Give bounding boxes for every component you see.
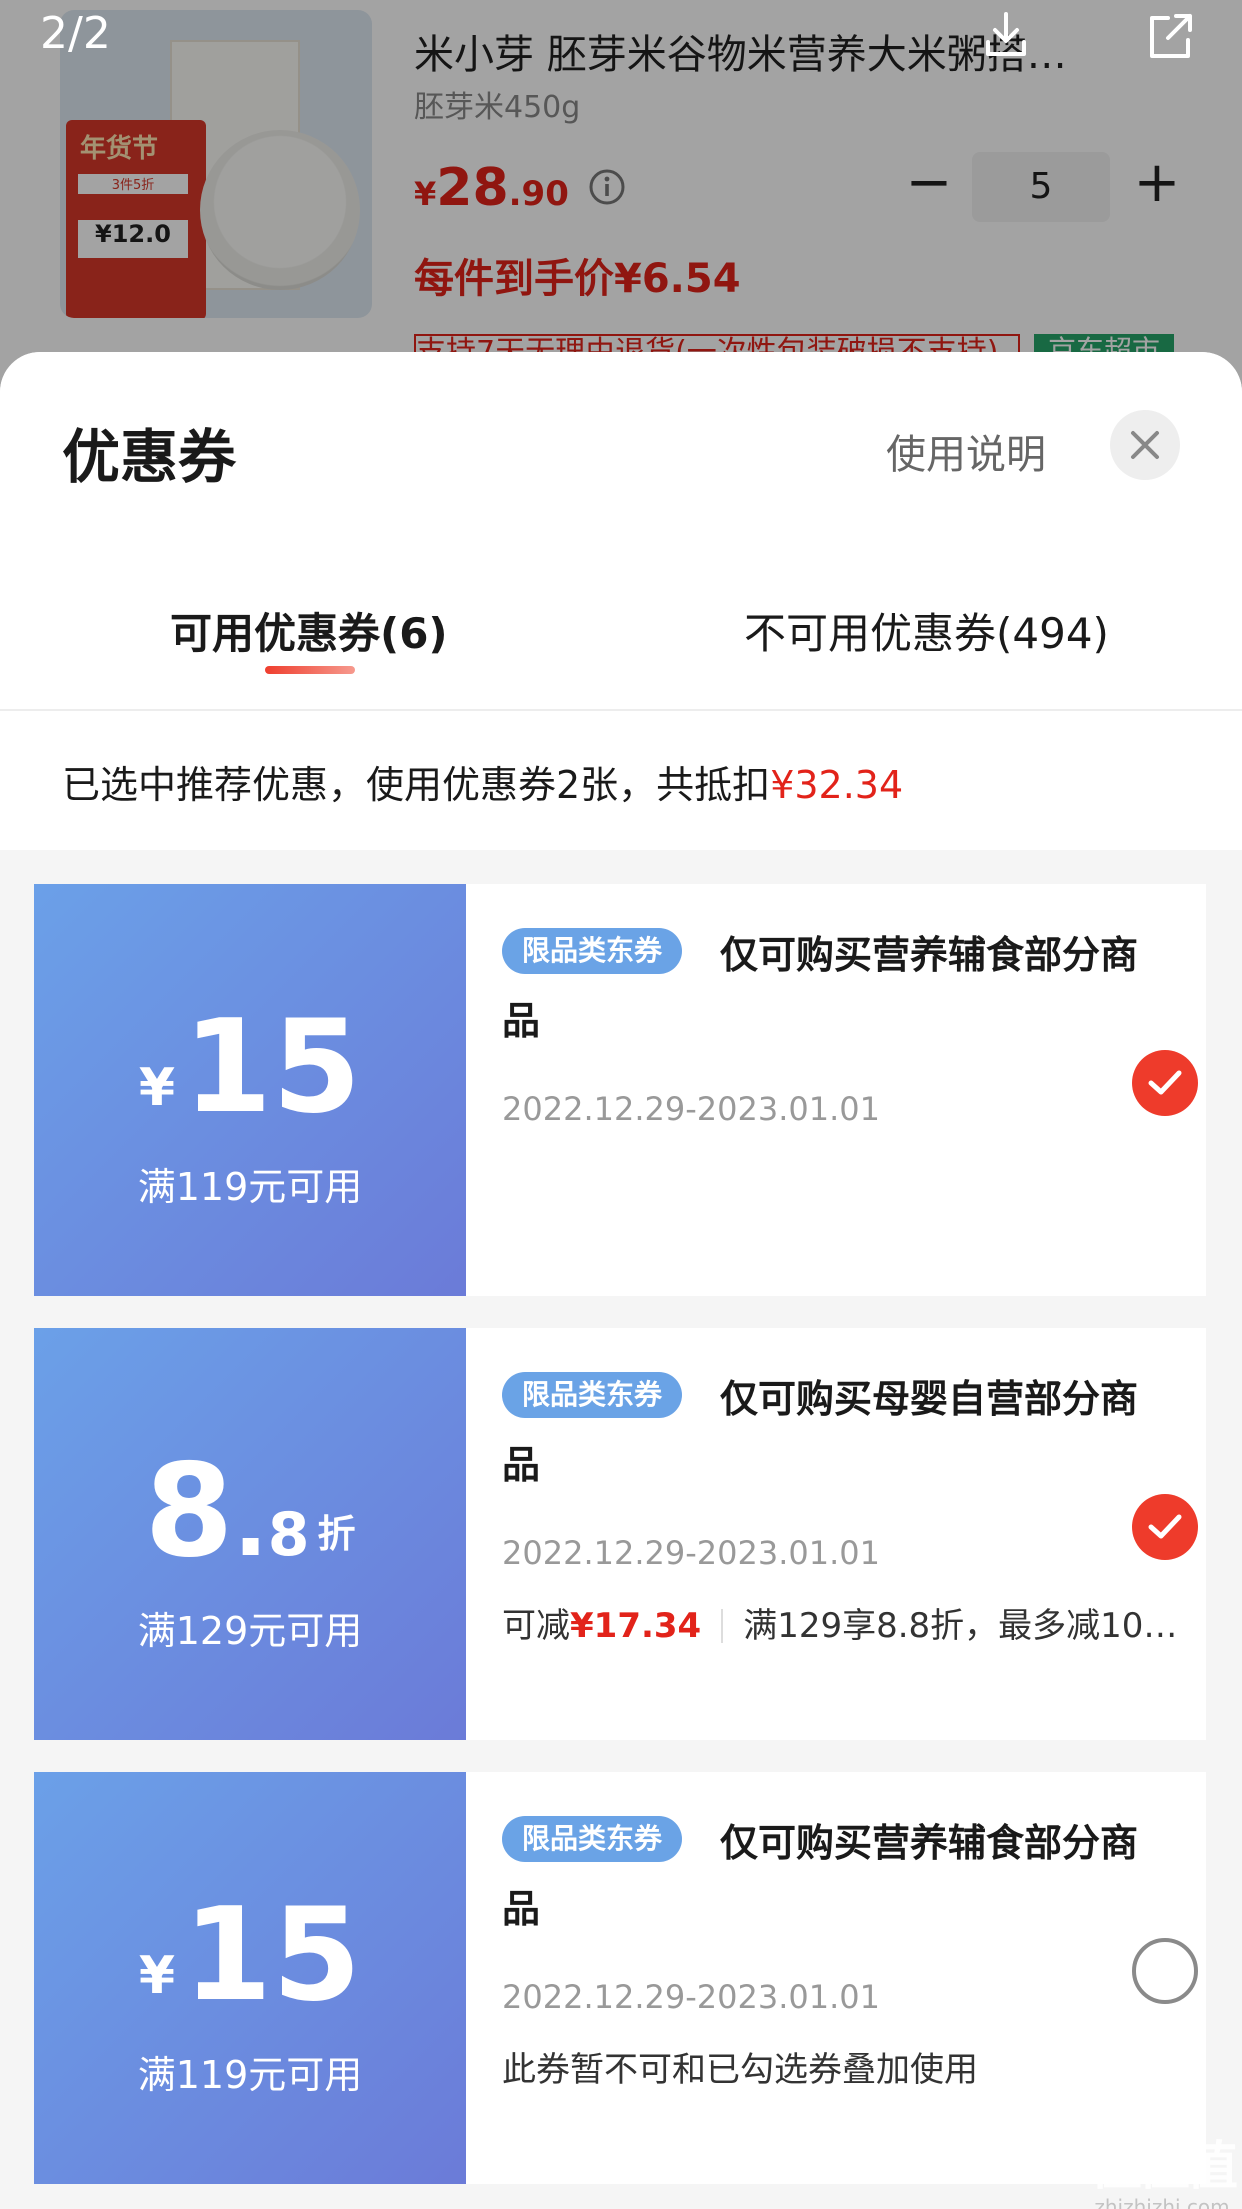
coupon-value-panel: ¥15 满119元可用 — [34, 884, 466, 1296]
summary-text: 已选中推荐优惠，使用优惠券2张，共抵扣 — [62, 763, 771, 807]
coupon-value: ¥15 — [34, 1892, 466, 2020]
checkmark-icon — [1148, 1514, 1182, 1539]
coupon-currency: ¥ — [138, 1058, 176, 1118]
divider — [0, 709, 1242, 711]
coupon-value: ¥15 — [34, 1004, 466, 1132]
coupon-info-panel: 限品类东券 仅可购买母婴自营部分商品 2022.12.29-2023.01.01… — [466, 1328, 1206, 1740]
coupon-validity-date: 2022.12.29-2023.01.01 — [502, 1534, 880, 1572]
coupon-discount-unit: 折 — [317, 1512, 356, 1556]
active-tab-indicator — [265, 666, 355, 674]
watermark: 值值值 zhizhizhi.com — [1090, 2124, 1238, 2209]
coupon-condition: 满119元可用 — [137, 1165, 363, 1209]
summary-amount: ¥32.34 — [770, 763, 904, 807]
coupon-discount-detail: 可减¥17.34 满129享8.8折，最多减10… — [502, 1598, 1182, 1647]
detail-amount: ¥17.34 — [570, 1606, 702, 1646]
coupon-stacking-note: 此券暂不可和已勾选券叠加使用 — [502, 2050, 978, 2090]
share-icon[interactable] — [1140, 6, 1200, 66]
watermark-logo: 值值值 — [1090, 2137, 1238, 2197]
detail-rule: 满129享8.8折，最多减10… — [743, 1606, 1178, 1646]
coupon-name: 仅可购买营养辅食部分商品 — [502, 1821, 1139, 1931]
coupon-amount: 15 — [183, 993, 362, 1142]
coupon-select-checkbox[interactable] — [1132, 1938, 1198, 2004]
coupon-select-checkbox[interactable] — [1132, 1494, 1198, 1560]
coupon-name: 仅可购买营养辅食部分商品 — [502, 933, 1139, 1043]
detail-prefix: 可减 — [502, 1606, 570, 1646]
coupon-amount: 15 — [183, 1881, 362, 2030]
coupon-info-panel: 限品类东券 仅可购买营养辅食部分商品 2022.12.29-2023.01.01 — [466, 884, 1206, 1296]
coupon-condition: 满119元可用 — [137, 2053, 363, 2097]
coupon-discount-dot: . — [233, 1472, 268, 1577]
download-icon[interactable] — [976, 6, 1036, 66]
selection-summary: 已选中推荐优惠，使用优惠券2张，共抵扣¥32.34 — [62, 754, 903, 809]
page-indicator: 2/2 — [40, 8, 111, 59]
usage-instructions-link[interactable]: 使用说明 — [886, 422, 1046, 480]
coupon-validity-date: 2022.12.29-2023.01.01 — [502, 1978, 880, 2016]
coupon-name: 仅可购买母婴自营部分商品 — [502, 1377, 1139, 1487]
coupon-card[interactable]: ¥15 满119元可用 限品类东券 仅可购买营养辅食部分商品 2022.12.2… — [34, 884, 1206, 1296]
coupon-currency: ¥ — [138, 1946, 176, 2006]
coupon-sheet-header: 优惠券 使用说明 可用优惠券(6) 不可用优惠券(494) 已选中推荐优惠，使用… — [0, 352, 1242, 850]
sheet-title: 优惠券 — [62, 423, 237, 491]
detail-separator — [721, 1609, 724, 1643]
coupon-value-panel: 8.8 折 满129元可用 — [34, 1328, 466, 1740]
coupon-discount-integer: 8 — [144, 1437, 234, 1586]
coupon-validity-date: 2022.12.29-2023.01.01 — [502, 1090, 880, 1128]
coupon-card[interactable]: ¥15 满119元可用 限品类东券 仅可购买营养辅食部分商品 2022.12.2… — [34, 1772, 1206, 2184]
coupon-info-panel: 限品类东券 仅可购买营养辅食部分商品 2022.12.29-2023.01.01… — [466, 1772, 1206, 2184]
checkmark-icon — [1148, 1070, 1182, 1095]
coupon-value: 8.8 折 — [34, 1448, 466, 1578]
tab-unavailable-coupons[interactable]: 不可用优惠券(494) — [744, 600, 1109, 661]
coupon-value-panel: ¥15 满119元可用 — [34, 1772, 466, 2184]
watermark-url: zhizhizhi.com — [1094, 2195, 1230, 2209]
coupon-sheet: 优惠券 使用说明 可用优惠券(6) 不可用优惠券(494) 已选中推荐优惠，使用… — [0, 352, 1242, 2209]
coupon-select-checkbox[interactable] — [1132, 1050, 1198, 1116]
tab-available-coupons[interactable]: 可用优惠券(6) — [170, 600, 448, 661]
coupon-card[interactable]: 8.8 折 满129元可用 限品类东券 仅可购买母婴自营部分商品 2022.12.… — [34, 1328, 1206, 1740]
coupon-discount-decimal: 8 — [267, 1500, 310, 1570]
close-icon — [1131, 431, 1159, 459]
coupon-condition: 满129元可用 — [137, 1609, 363, 1653]
close-button[interactable] — [1110, 410, 1180, 480]
